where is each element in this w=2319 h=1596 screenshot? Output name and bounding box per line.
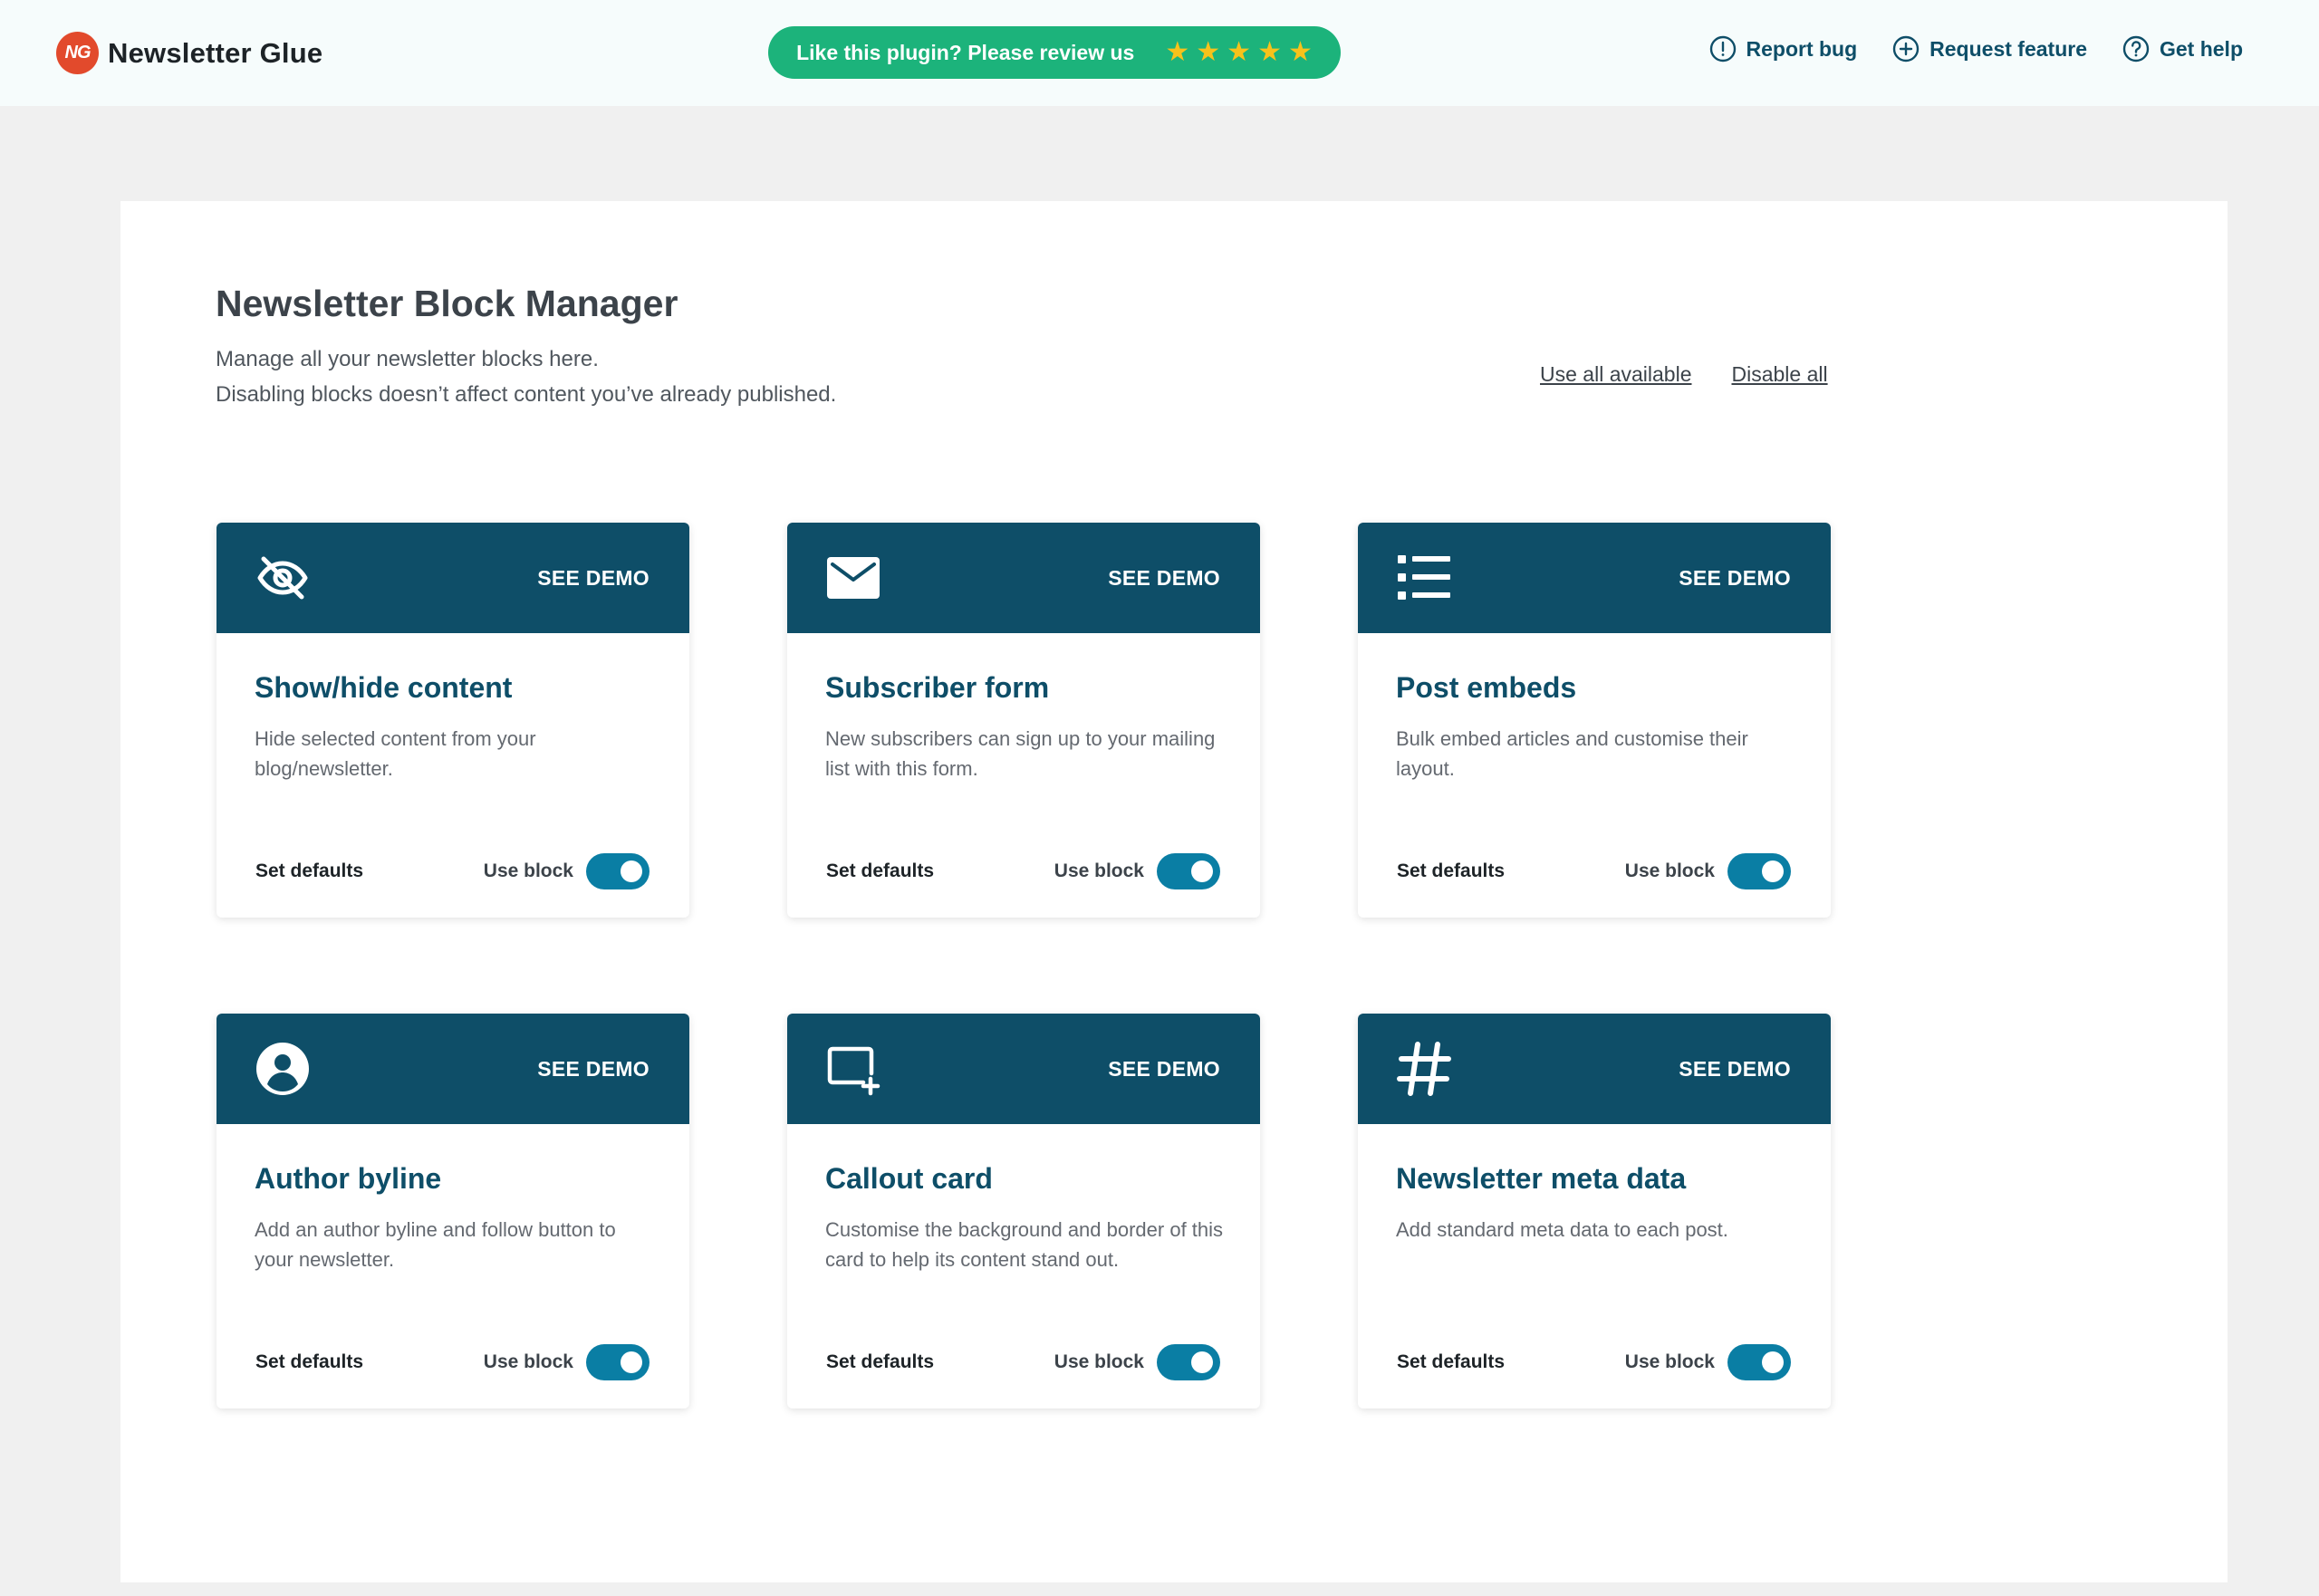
use-block-control: Use block — [1625, 853, 1791, 889]
star-icon: ★ — [1227, 37, 1252, 67]
set-defaults-button[interactable]: Set defaults — [255, 860, 363, 882]
use-block-label: Use block — [483, 860, 573, 881]
report-bug-link[interactable]: Report bug — [1708, 34, 1858, 63]
card-title: Show/hide content — [255, 671, 513, 704]
page-description: Manage all your newsletter blocks here. … — [216, 341, 836, 412]
use-block-toggle[interactable] — [1727, 853, 1791, 889]
hashtag-icon — [1396, 1041, 1452, 1097]
get-help-link[interactable]: Get help — [2122, 34, 2243, 63]
use-block-control: Use block — [484, 1344, 650, 1380]
use-block-control: Use block — [484, 853, 650, 889]
block-card-show-hide: SEE DEMO Show/hide content Hide selected… — [217, 523, 689, 918]
description-line: Manage all your newsletter blocks here. — [216, 347, 599, 371]
see-demo-link[interactable]: SEE DEMO — [1679, 1057, 1791, 1082]
card-description: Hide selected content from your blog/new… — [255, 727, 536, 780]
card-description: Bulk embed articles and customise their … — [1396, 727, 1748, 780]
use-block-control: Use block — [1054, 1344, 1220, 1380]
card-title: Callout card — [825, 1162, 993, 1195]
review-text: Like this plugin? Please review us — [796, 40, 1135, 64]
card-title: Subscriber form — [825, 671, 1050, 704]
request-feature-label: Request feature — [1929, 36, 2087, 61]
request-feature-link[interactable]: Request feature — [1891, 34, 2087, 63]
envelope-icon — [825, 550, 881, 606]
use-block-control: Use block — [1054, 853, 1220, 889]
star-icon: ★ — [1165, 37, 1190, 67]
card-footer: Set defaults Use block — [1397, 853, 1791, 889]
block-card-callout-card: SEE DEMO Callout card Customise the back… — [787, 1014, 1260, 1409]
use-block-toggle[interactable] — [1727, 1344, 1791, 1380]
brand-name: Newsletter Glue — [108, 36, 323, 69]
use-block-toggle[interactable] — [586, 853, 650, 889]
set-defaults-button[interactable]: Set defaults — [826, 1351, 934, 1373]
card-footer: Set defaults Use block — [826, 1344, 1220, 1380]
card-footer: Set defaults Use block — [255, 1344, 650, 1380]
bulk-actions: Use all available Disable all — [1540, 362, 1828, 387]
brand-logo-icon: NG — [56, 32, 99, 74]
card-footer: Set defaults Use block — [1397, 1344, 1791, 1380]
eye-off-icon — [255, 550, 311, 606]
see-demo-link[interactable]: SEE DEMO — [537, 1057, 650, 1082]
see-demo-link[interactable]: SEE DEMO — [1108, 1057, 1220, 1082]
use-block-label: Use block — [1624, 860, 1715, 881]
card-header: SEE DEMO — [787, 523, 1260, 633]
plus-circle-icon — [1892, 35, 1920, 62]
card-footer: Set defaults Use block — [255, 853, 650, 889]
card-description: New subscribers can sign up to your mail… — [825, 727, 1216, 780]
use-block-label: Use block — [1624, 1351, 1715, 1372]
card-header: SEE DEMO — [787, 1014, 1260, 1124]
block-manager-panel: Newsletter Block Manager Manage all your… — [120, 201, 2228, 1582]
card-description: Customise the background and border of t… — [825, 1218, 1224, 1271]
use-block-label: Use block — [1054, 860, 1144, 881]
card-title: Post embeds — [1396, 671, 1577, 704]
star-icon: ★ — [1257, 37, 1282, 67]
card-header: SEE DEMO — [1358, 1014, 1831, 1124]
card-title: Author byline — [255, 1162, 442, 1195]
top-links: Report bug Request feature Get help — [1708, 34, 2243, 63]
set-defaults-button[interactable]: Set defaults — [826, 860, 934, 882]
card-footer: Set defaults Use block — [826, 853, 1220, 889]
block-card-subscriber-form: SEE DEMO Subscriber form New subscribers… — [787, 523, 1260, 918]
card-header: SEE DEMO — [1358, 523, 1831, 633]
block-card-newsletter-meta-data: SEE DEMO Newsletter meta data Add standa… — [1358, 1014, 1831, 1409]
description-line: Disabling blocks doesn’t affect content … — [216, 382, 837, 407]
use-block-toggle[interactable] — [1157, 853, 1220, 889]
set-defaults-button[interactable]: Set defaults — [1397, 1351, 1505, 1373]
see-demo-link[interactable]: SEE DEMO — [1108, 566, 1220, 591]
review-button[interactable]: Like this plugin? Please review us ★ ★ ★… — [768, 26, 1341, 79]
card-description: Add an author byline and follow button t… — [255, 1218, 616, 1271]
set-defaults-button[interactable]: Set defaults — [255, 1351, 363, 1373]
block-card-post-embeds: SEE DEMO Post embeds Bulk embed articles… — [1358, 523, 1831, 918]
alert-circle-icon — [1709, 35, 1736, 62]
card-description: Add standard meta data to each post. — [1396, 1218, 1728, 1241]
use-block-toggle[interactable] — [1157, 1344, 1220, 1380]
use-block-label: Use block — [1054, 1351, 1144, 1372]
page-title: Newsletter Block Manager — [216, 283, 678, 324]
report-bug-label: Report bug — [1746, 36, 1858, 61]
block-card-author-byline: SEE DEMO Author byline Add an author byl… — [217, 1014, 689, 1409]
get-help-label: Get help — [2159, 36, 2243, 61]
card-header: SEE DEMO — [217, 1014, 689, 1124]
brand[interactable]: NG Newsletter Glue — [56, 32, 322, 74]
star-icon: ★ — [1196, 37, 1221, 67]
use-block-control: Use block — [1625, 1344, 1791, 1380]
see-demo-link[interactable]: SEE DEMO — [537, 566, 650, 591]
star-icon: ★ — [1287, 37, 1313, 67]
rating-stars: ★ ★ ★ ★ ★ — [1165, 39, 1313, 66]
list-icon — [1396, 550, 1452, 606]
use-block-toggle[interactable] — [586, 1344, 650, 1380]
card-add-icon — [825, 1041, 881, 1097]
disable-all-link[interactable]: Disable all — [1731, 362, 1827, 387]
user-circle-icon — [255, 1041, 311, 1097]
card-title: Newsletter meta data — [1396, 1162, 1687, 1195]
help-circle-icon — [2122, 35, 2150, 62]
card-header: SEE DEMO — [217, 523, 689, 633]
top-bar: NG Newsletter Glue Like this plugin? Ple… — [0, 0, 2319, 106]
set-defaults-button[interactable]: Set defaults — [1397, 860, 1505, 882]
see-demo-link[interactable]: SEE DEMO — [1679, 566, 1791, 591]
use-block-label: Use block — [483, 1351, 573, 1372]
use-all-available-link[interactable]: Use all available — [1540, 362, 1691, 387]
